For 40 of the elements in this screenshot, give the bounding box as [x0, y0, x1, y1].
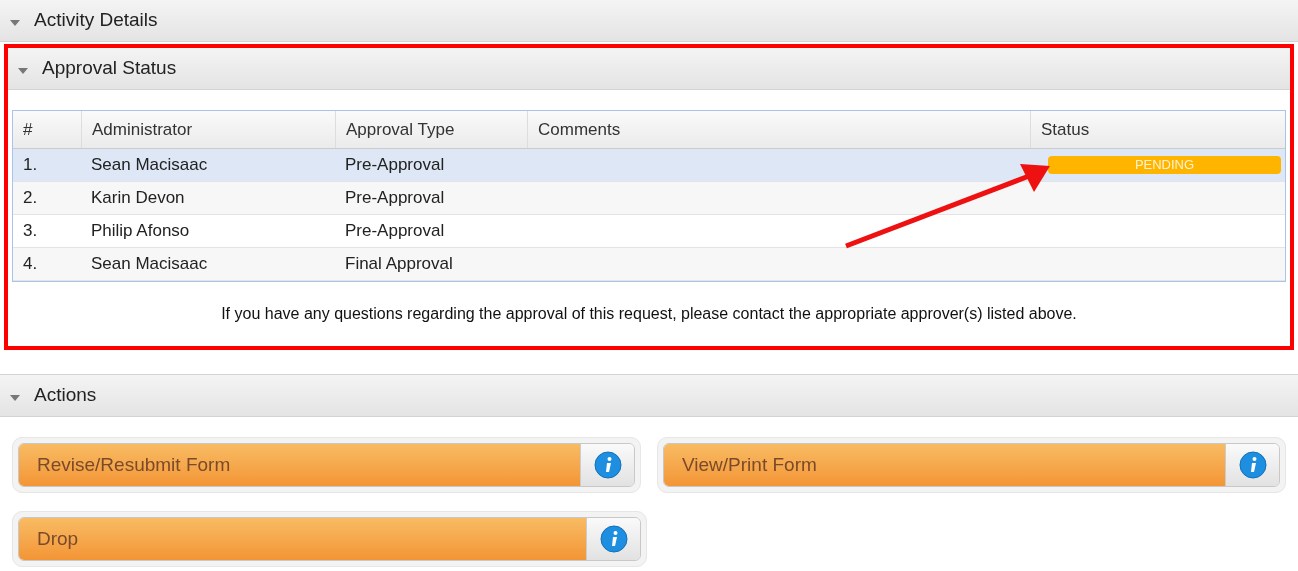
action-button[interactable]: Drop — [19, 518, 586, 560]
table-cell: Sean Macisaac — [91, 155, 208, 175]
section-header[interactable]: Activity Details — [0, 0, 1298, 42]
table-cell: Sean Macisaac — [91, 254, 208, 274]
section-header[interactable]: Actions — [0, 375, 1298, 417]
action-button[interactable]: Revise/Resubmit Form — [19, 444, 580, 486]
table-row[interactable]: 1. Sean Macisaac Pre-Approval PENDING — [13, 149, 1285, 182]
info-icon — [593, 451, 622, 479]
status-badge: PENDING — [1048, 156, 1281, 174]
column-header: Approval Type — [346, 118, 455, 141]
column-header: # — [23, 118, 33, 141]
section-title: Approval Status — [42, 56, 177, 81]
section-title: Activity Details — [34, 8, 158, 33]
table-cell: Pre-Approval — [345, 155, 445, 175]
table-cell: Pre-Approval — [345, 188, 445, 208]
section-title: Actions — [34, 383, 97, 408]
caret-down-icon — [18, 66, 28, 75]
note-text: If you have any questions regarding the approval of this request, please contact the appropriate approver(s) listed above. — [220, 304, 1078, 324]
table-cell: 4. — [23, 254, 38, 274]
table-cell: Pre-Approval — [345, 221, 445, 241]
info-icon — [1238, 451, 1267, 479]
table-cell: 2. — [23, 188, 38, 208]
table-cell: Karin Devon — [91, 188, 185, 208]
column-header: Comments — [538, 118, 621, 141]
column-header: Administrator — [92, 118, 193, 141]
table-cell: Final Approval — [345, 254, 453, 274]
table-row[interactable]: 2. Karin Devon Pre-Approval — [13, 182, 1285, 215]
info-button[interactable] — [1225, 444, 1279, 486]
info-button[interactable] — [586, 518, 640, 560]
caret-down-icon — [10, 393, 20, 402]
table-cell: 3. — [23, 221, 38, 241]
column-header: Status — [1041, 118, 1090, 141]
table-cell: Philip Afonso — [91, 221, 190, 241]
action-button[interactable]: View/Print Form — [664, 444, 1225, 486]
table-cell: 1. — [23, 155, 38, 175]
info-icon — [599, 525, 628, 553]
caret-down-icon — [10, 18, 20, 27]
table-row[interactable]: 4. Sean Macisaac Final Approval — [13, 248, 1285, 281]
info-button[interactable] — [580, 444, 634, 486]
section-header[interactable]: Approval Status — [8, 48, 1290, 90]
